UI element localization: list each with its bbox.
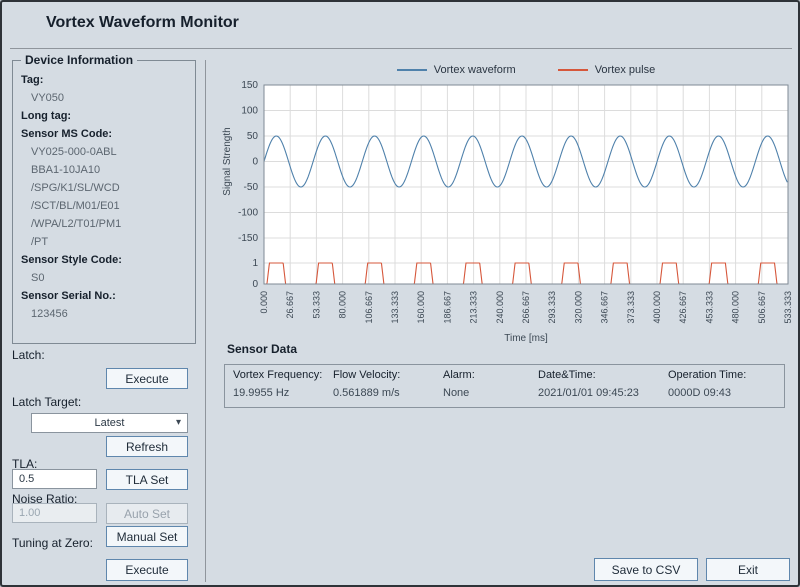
svg-text:266.667: 266.667 bbox=[521, 291, 531, 324]
exit-button[interactable]: Exit bbox=[706, 558, 790, 581]
noise-ratio-input bbox=[12, 503, 97, 523]
latch-target-label: Latch Target: bbox=[12, 395, 81, 409]
svg-text:160.000: 160.000 bbox=[416, 291, 426, 324]
vertical-separator bbox=[205, 60, 206, 582]
device-field-label: Sensor Serial No.: bbox=[21, 287, 191, 305]
sensor-column-header: Vortex Frequency: bbox=[233, 369, 333, 381]
latch-target-value: Latest bbox=[95, 417, 125, 429]
svg-text:106.667: 106.667 bbox=[364, 291, 374, 324]
svg-text:100: 100 bbox=[241, 106, 258, 117]
sensor-column-header: Alarm: bbox=[443, 369, 538, 381]
title-separator bbox=[10, 48, 792, 49]
page-title: Vortex Waveform Monitor bbox=[46, 14, 239, 32]
device-field-value: /SPG/K1/SL/WCD bbox=[31, 179, 191, 197]
chevron-down-icon: ▾ bbox=[176, 417, 181, 428]
device-field-value: S0 bbox=[31, 269, 191, 287]
svg-text:426.667: 426.667 bbox=[678, 291, 688, 324]
svg-text:480.000: 480.000 bbox=[731, 291, 741, 324]
manual-set-button[interactable]: Manual Set bbox=[106, 526, 188, 547]
tuning-at-zero-label: Tuning at Zero: bbox=[12, 536, 93, 550]
device-field-value: /SCT/BL/M01/E01 bbox=[31, 197, 191, 215]
device-information-fields: Tag:VY050Long tag:Sensor MS Code:VY025-0… bbox=[21, 71, 191, 323]
auto-set-button: Auto Set bbox=[106, 503, 188, 524]
vortex-waveform-monitor-window: Vortex Waveform Monitor Device Informati… bbox=[0, 0, 800, 587]
svg-text:Time [ms]: Time [ms] bbox=[504, 333, 548, 344]
sensor-column-value: 0000D 09:43 bbox=[668, 387, 784, 399]
svg-text:150: 150 bbox=[241, 80, 258, 91]
sensor-data-title: Sensor Data bbox=[227, 342, 297, 356]
sensor-column-value: 0.561889 m/s bbox=[333, 387, 443, 399]
svg-text:506.667: 506.667 bbox=[757, 291, 767, 324]
sensor-column-header: Flow Velocity: bbox=[333, 369, 443, 381]
tuning-execute-button[interactable]: Execute bbox=[106, 559, 188, 581]
device-field-label: Sensor MS Code: bbox=[21, 125, 191, 143]
svg-text:80.000: 80.000 bbox=[338, 291, 348, 319]
sensor-data-values: 19.9955 Hz0.561889 m/sNone2021/01/01 09:… bbox=[233, 387, 784, 399]
svg-text:400.000: 400.000 bbox=[652, 291, 662, 324]
sensor-data-headers: Vortex Frequency:Flow Velocity:Alarm:Dat… bbox=[233, 369, 784, 381]
sensor-column-value: 19.9955 Hz bbox=[233, 387, 333, 399]
svg-text:240.000: 240.000 bbox=[495, 291, 505, 324]
svg-text:-50: -50 bbox=[244, 182, 259, 193]
svg-text:53.333: 53.333 bbox=[311, 291, 321, 319]
sensor-column-value: 2021/01/01 09:45:23 bbox=[538, 387, 668, 399]
waveform-pulse-chart: 0.000 26.667 53.333 80.000 106.667 133.333 160… bbox=[217, 58, 794, 354]
latch-target-dropdown[interactable]: Latest ▾ bbox=[31, 413, 188, 433]
svg-text:133.333: 133.333 bbox=[390, 291, 400, 324]
refresh-button[interactable]: Refresh bbox=[106, 436, 188, 457]
tla-input[interactable] bbox=[12, 469, 97, 489]
svg-text:26.667: 26.667 bbox=[285, 291, 295, 319]
svg-text:0: 0 bbox=[252, 279, 258, 290]
svg-text:213.333: 213.333 bbox=[469, 291, 479, 324]
sensor-column-header: Date&Time: bbox=[538, 369, 668, 381]
device-field-label: Long tag: bbox=[21, 107, 191, 125]
svg-text:453.333: 453.333 bbox=[704, 291, 714, 324]
svg-text:0: 0 bbox=[252, 157, 258, 168]
svg-text:533.333: 533.333 bbox=[783, 291, 793, 324]
latch-execute-button[interactable]: Execute bbox=[106, 368, 188, 389]
device-field-value: BBA1-10JA10 bbox=[31, 161, 191, 179]
svg-text:1: 1 bbox=[252, 258, 258, 269]
device-information-title: Device Information bbox=[21, 53, 137, 67]
svg-text:-100: -100 bbox=[238, 208, 258, 219]
svg-text:293.333: 293.333 bbox=[547, 291, 557, 324]
sensor-column-header: Operation Time: bbox=[668, 369, 784, 381]
svg-text:-150: -150 bbox=[238, 233, 258, 244]
tla-set-button[interactable]: TLA Set bbox=[106, 469, 188, 490]
sensor-data-table: Vortex Frequency:Flow Velocity:Alarm:Dat… bbox=[224, 364, 785, 408]
device-field-value: /PT bbox=[31, 233, 191, 251]
svg-text:50: 50 bbox=[247, 131, 259, 142]
device-field-value: VY025-000-0ABL bbox=[31, 143, 191, 161]
svg-text:186.667: 186.667 bbox=[442, 291, 452, 324]
svg-text:Signal Strength: Signal Strength bbox=[222, 127, 233, 195]
device-field-value: VY050 bbox=[31, 89, 191, 107]
svg-text:320.000: 320.000 bbox=[573, 291, 583, 324]
latch-label: Latch: bbox=[12, 348, 45, 362]
svg-text:0.000: 0.000 bbox=[259, 291, 269, 314]
sensor-column-value: None bbox=[443, 387, 538, 399]
device-field-label: Sensor Style Code: bbox=[21, 251, 191, 269]
device-information-group: Device Information Tag:VY050Long tag:Sen… bbox=[12, 60, 196, 344]
svg-text:346.667: 346.667 bbox=[600, 291, 610, 324]
svg-text:373.333: 373.333 bbox=[626, 291, 636, 324]
device-field-value: /WPA/L2/T01/PM1 bbox=[31, 215, 191, 233]
save-to-csv-button[interactable]: Save to CSV bbox=[594, 558, 698, 581]
device-field-value: 123456 bbox=[31, 305, 191, 323]
waveform-chart-area: Vortex waveform Vortex pulse 0.00026.667… bbox=[217, 58, 794, 354]
device-field-label: Tag: bbox=[21, 71, 191, 89]
